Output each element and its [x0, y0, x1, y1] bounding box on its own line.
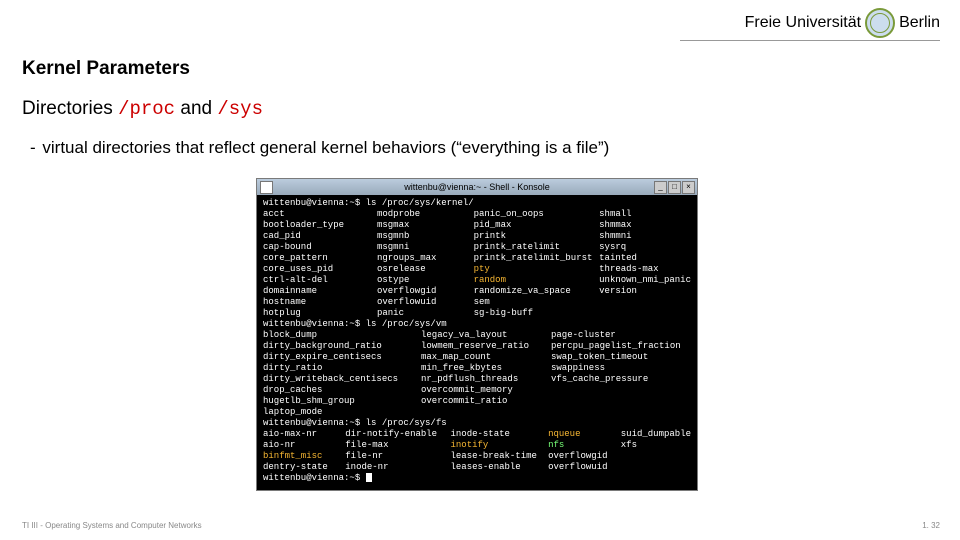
code-proc: /proc	[118, 98, 175, 120]
ls2-col3: page-cluster percpu_pagelist_fraction sw…	[551, 330, 681, 418]
cmd-2: ls /proc/sys/vm	[366, 319, 447, 329]
ls1-col4: shmall shmmax shmmni sysrq tainted threa…	[599, 209, 691, 319]
cursor-icon	[366, 473, 372, 482]
ls1-col1: acct bootloader_type cad_pid cap-bound c…	[263, 209, 377, 319]
logo-text-right: Berlin	[899, 14, 940, 32]
code-sys: /sys	[217, 98, 263, 120]
ls3-col1: aio-max-nr aio-nr binfmt_misc dentry-sta…	[263, 429, 345, 473]
header-rule	[680, 40, 940, 41]
cmd-3: ls /proc/sys/fs	[366, 418, 447, 428]
footer-right: 1. 32	[922, 521, 940, 530]
ls3-col3: inode-state inotify lease-break-time lea…	[451, 429, 549, 473]
ls-output-3: aio-max-nr aio-nr binfmt_misc dentry-sta…	[263, 429, 691, 473]
ls3-col5: suid_dumpable xfs	[621, 429, 691, 473]
slide-subtitle: Directories /proc and /sys	[22, 98, 263, 120]
ls2-col2: legacy_va_layout lowmem_reserve_ratio ma…	[421, 330, 551, 418]
window-close-button[interactable]: ×	[682, 181, 695, 194]
window-maximize-button[interactable]: □	[668, 181, 681, 194]
window-minimize-button[interactable]: _	[654, 181, 667, 194]
terminal-body: wittenbu@vienna:~$ ls /proc/sys/kernel/ …	[257, 195, 697, 490]
ls-output-1: acct bootloader_type cad_pid cap-bound c…	[263, 209, 691, 319]
ls2-col1: block_dump dirty_background_ratio dirty_…	[263, 330, 421, 418]
logo-text-left: Freie Universität	[745, 14, 861, 32]
ls1-col2: modprobe msgmax msgmnb msgmni ngroups_ma…	[377, 209, 474, 319]
ls1-col3: panic_on_oops pid_max printk printk_rate…	[474, 209, 600, 319]
terminal-title-text: wittenbu@vienna:~ - Shell - Konsole	[404, 182, 549, 192]
subtitle-prefix: Directories	[22, 98, 118, 119]
ls3-col2: dir-notify-enable file-max file-nr inode…	[345, 429, 450, 473]
prompt: wittenbu@vienna:~$	[263, 198, 360, 208]
ls3-col4: nqueue nfs overflowgid overflowuid	[548, 429, 621, 473]
ls-output-2: block_dump dirty_background_ratio dirty_…	[263, 330, 691, 418]
terminal-titlebar: wittenbu@vienna:~ - Shell - Konsole _ □ …	[257, 179, 697, 195]
terminal-window: wittenbu@vienna:~ - Shell - Konsole _ □ …	[256, 178, 698, 491]
logo-seal-icon	[865, 8, 895, 38]
prompt: wittenbu@vienna:~$	[263, 319, 360, 329]
university-logo: Freie Universität Berlin	[745, 8, 940, 38]
footer-left: TI III - Operating Systems and Computer …	[22, 521, 202, 530]
prompt: wittenbu@vienna:~$	[263, 473, 360, 483]
bullet-line: virtual directories that reflect general…	[30, 138, 609, 158]
slide-title: Kernel Parameters	[22, 58, 190, 80]
prompt: wittenbu@vienna:~$	[263, 418, 360, 428]
cmd-1: ls /proc/sys/kernel/	[366, 198, 474, 208]
subtitle-mid: and	[175, 98, 217, 119]
terminal-app-icon	[260, 181, 273, 194]
